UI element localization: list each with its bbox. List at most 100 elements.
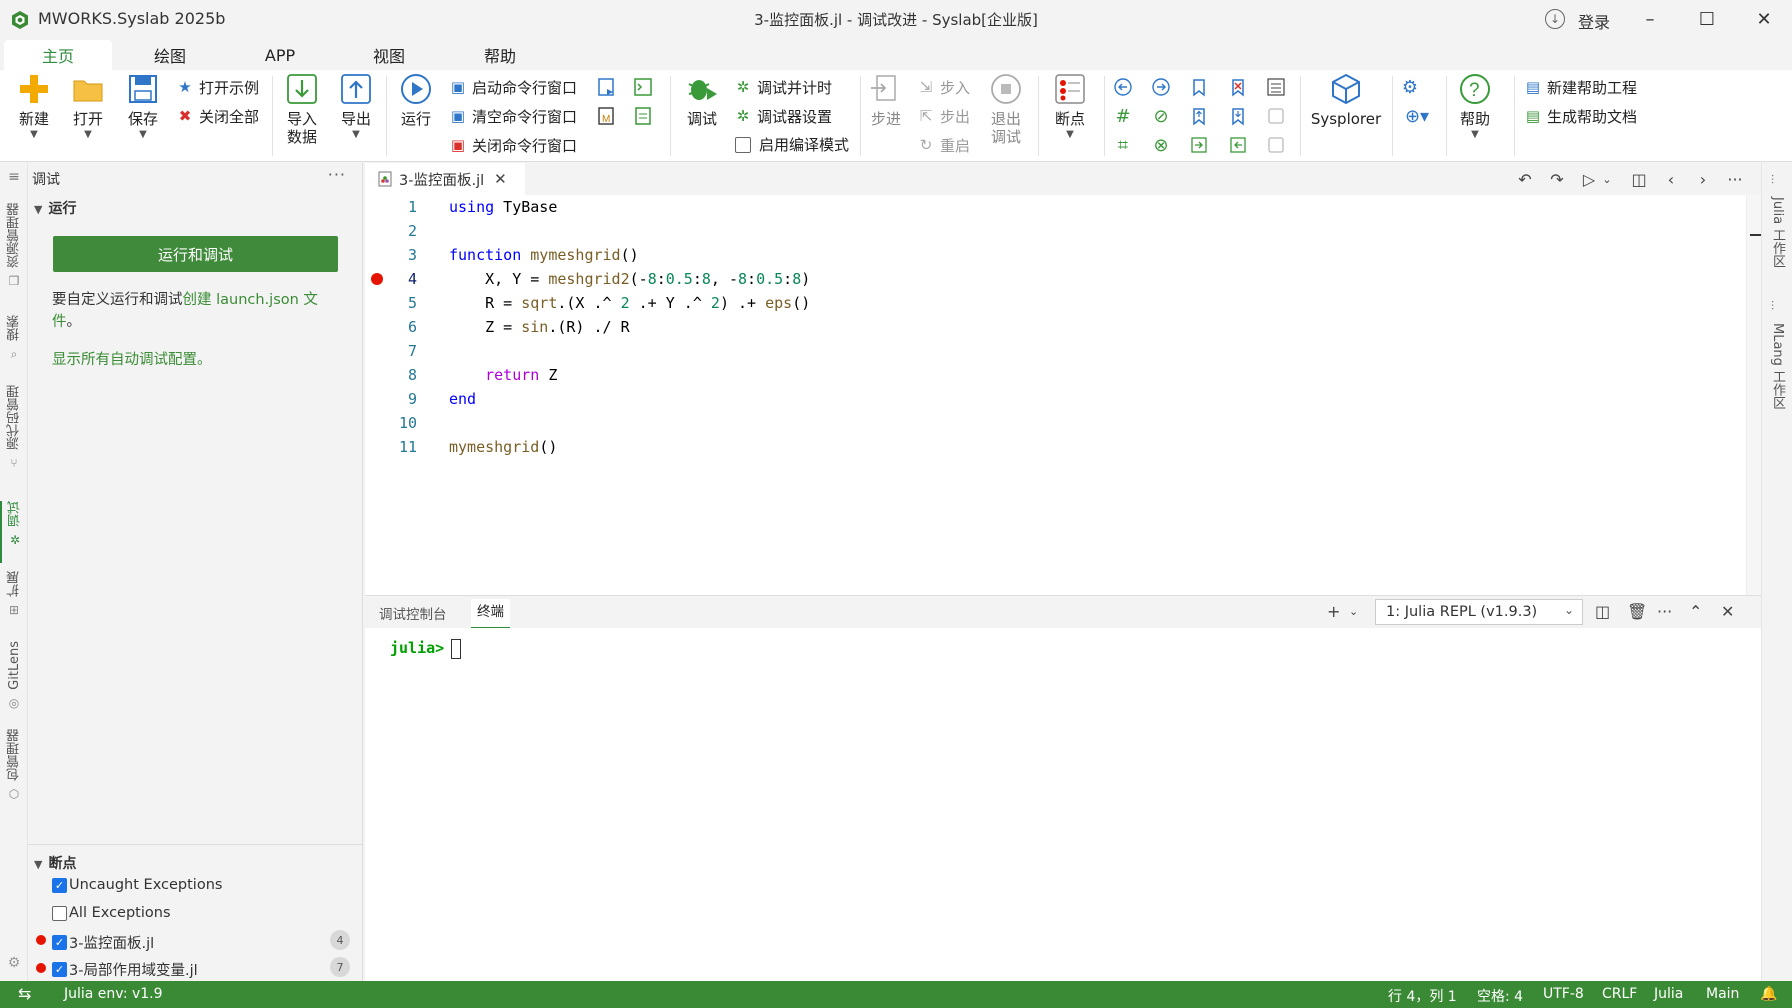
more-icon[interactable]: ··· — [328, 165, 346, 184]
bookmark-icon[interactable] — [1188, 76, 1210, 98]
split-terminal-icon[interactable]: ◫ — [1595, 602, 1610, 621]
close-all-button[interactable]: ✖ 关闭全部 — [174, 105, 259, 127]
activity-search[interactable]: 搜索 ⌕ — [0, 315, 28, 377]
indentation-status[interactable]: 空格: 4 — [1477, 986, 1523, 1006]
comment-icon[interactable]: # — [1112, 105, 1134, 127]
editor-tab[interactable]: 3-监控面板.jl ✕ — [365, 163, 525, 195]
export-button[interactable]: 导出 ▼ — [336, 72, 376, 140]
module-status[interactable]: Main — [1706, 986, 1739, 1002]
run-and-debug-button[interactable]: 运行和调试 — [53, 236, 338, 272]
maximize-button[interactable]: ☐ — [1684, 4, 1730, 34]
run-section-header[interactable]: ▼ 运行 — [34, 198, 76, 218]
tab-help[interactable]: 帮助 — [460, 40, 540, 70]
new-help-project-button[interactable]: ▤ 新建帮助工程 — [1522, 76, 1637, 98]
outdent-icon[interactable] — [1227, 134, 1249, 156]
globe-icon[interactable]: ⊕▾ — [1399, 105, 1435, 127]
checkbox[interactable]: ✓ — [52, 935, 67, 950]
prev-bookmark-icon[interactable] — [1188, 105, 1210, 127]
run-button[interactable]: 运行 — [396, 72, 436, 128]
prev-icon[interactable]: ‹ — [1661, 169, 1681, 189]
breakpoint-all-exceptions[interactable]: All Exceptions — [52, 905, 171, 921]
new-button[interactable]: 新建 ▼ — [14, 72, 54, 140]
breakpoint-uncaught-exceptions[interactable]: ✓ Uncaught Exceptions — [52, 877, 222, 893]
login-icon[interactable]: ↓ — [1545, 9, 1565, 29]
breakpoints-section-header[interactable]: ▼ 断点 — [34, 853, 76, 873]
document-icon[interactable] — [632, 105, 654, 127]
forward-icon[interactable] — [1150, 76, 1172, 98]
minimize-button[interactable]: – — [1627, 4, 1673, 34]
terminal-select[interactable]: 1: Julia REPL (v1.9.3) ⌄ — [1375, 599, 1583, 625]
redo-icon[interactable]: ↷ — [1547, 169, 1567, 189]
activity-gitlens[interactable]: GitLens ◎ — [0, 641, 28, 721]
open-example-button[interactable]: ★ 打开示例 — [174, 76, 259, 98]
bell-icon[interactable]: 🔔 — [1760, 986, 1777, 1002]
unhash-block-icon[interactable]: ⊗ — [1150, 134, 1172, 156]
checkbox[interactable]: ✓ — [52, 962, 67, 977]
show-all-configs-link[interactable]: 显示所有自动调试配置。 — [52, 349, 342, 371]
indent-icon[interactable] — [1188, 134, 1210, 156]
code-editor[interactable]: 1 using TyBase 2 3 function mymeshgrid() 4… — [365, 195, 1746, 595]
debugger-settings-button[interactable]: ✲ 调试器设置 — [732, 105, 832, 127]
open-button[interactable]: 打开 ▼ — [68, 72, 108, 140]
breakpoint-button[interactable]: 断点 ▼ — [1050, 72, 1090, 140]
next-icon[interactable]: › — [1693, 169, 1713, 189]
save-button[interactable]: 保存 ▼ — [123, 72, 163, 140]
terminal-cursor[interactable] — [451, 639, 461, 659]
uncomment-icon[interactable]: ⊘ — [1150, 105, 1172, 127]
settings-gear-icon[interactable]: ⚙ — [0, 955, 28, 971]
step-button[interactable]: 步进 — [866, 72, 906, 128]
tab-debug-console[interactable]: 调试控制台 — [379, 603, 447, 623]
tab-app[interactable]: APP — [240, 40, 320, 70]
clear-bookmark-icon[interactable] — [1227, 76, 1249, 98]
clear-cmd-button[interactable]: ▣ 清空命令行窗口 — [447, 105, 577, 127]
start-cmd-button[interactable]: ▣ 启动命令行窗口 — [447, 76, 577, 98]
debug-timer-button[interactable]: ✲ 调试并计时 — [732, 76, 832, 98]
close-panel-icon[interactable]: ✕ — [1721, 602, 1734, 621]
tab-home[interactable]: 主页 — [4, 40, 112, 70]
more-icon[interactable]: ··· — [1725, 169, 1745, 189]
gear-icon[interactable]: ⚙ — [1399, 76, 1421, 98]
restart-button[interactable]: ↻ 重启 — [915, 134, 970, 156]
close-cmd-button[interactable]: ▣ 关闭命令行窗口 — [447, 134, 577, 156]
activity-debug[interactable]: 调试 ✲ — [0, 501, 28, 563]
sysplorer-button[interactable]: Sysplorer — [1306, 72, 1386, 128]
language-status[interactable]: Julia — [1654, 986, 1683, 1002]
eol-status[interactable]: CRLF — [1602, 986, 1637, 1002]
julia-workspace-tab[interactable]: Julia 工作区 — [1768, 197, 1787, 267]
editor-scrollbar[interactable] — [1746, 195, 1761, 595]
gen-help-doc-button[interactable]: ▤ 生成帮助文档 — [1522, 105, 1637, 127]
step-out-button[interactable]: ⇱ 步出 — [915, 105, 970, 127]
encoding-status[interactable]: UTF-8 — [1543, 986, 1584, 1002]
chevron-down-icon[interactable]: ⌄ — [1349, 605, 1358, 618]
script-icon[interactable] — [596, 76, 618, 98]
pin-icon[interactable]: ⫶ — [1771, 173, 1774, 188]
step-in-button[interactable]: ⇲ 步入 — [915, 76, 970, 98]
empty-box-icon[interactable] — [1265, 105, 1287, 127]
breakpoint-file-item[interactable]: ✓ 3-局部作用域变量.jl — [52, 959, 198, 980]
editor-icon[interactable] — [632, 76, 654, 98]
activity-explorer[interactable]: 资源管理器 ❐ — [0, 203, 28, 307]
activity-extensions[interactable]: 扩展 ⊞ — [0, 571, 28, 633]
debug-button[interactable]: 调试 — [682, 72, 722, 128]
menu-icon[interactable]: ≡ — [0, 169, 28, 185]
run-file-icon[interactable]: ▷ — [1579, 169, 1599, 189]
cursor-position-status[interactable]: 行 4，列 1 — [1388, 986, 1457, 1006]
checkbox[interactable] — [735, 136, 751, 153]
remote-icon[interactable]: ⇆ — [18, 984, 31, 1003]
julia-env-status[interactable]: Julia env: v1.9 — [64, 986, 163, 1002]
empty-box-icon[interactable] — [1265, 134, 1287, 156]
mlang-icon[interactable]: M — [596, 105, 618, 127]
login-button[interactable]: 登录 — [1578, 9, 1610, 33]
list-icon[interactable] — [1265, 76, 1287, 98]
breakpoint-file-item[interactable]: ✓ 3-监控面板.jl — [52, 932, 154, 953]
activity-source-control[interactable]: 源代码管理 ⑂ — [0, 385, 28, 499]
add-terminal-icon[interactable]: + — [1327, 602, 1340, 621]
mlang-workspace-tab[interactable]: MLang 工作区 — [1768, 323, 1787, 409]
tab-plot[interactable]: 绘图 — [130, 40, 210, 70]
back-icon[interactable] — [1112, 76, 1134, 98]
undo-icon[interactable]: ↶ — [1515, 169, 1535, 189]
help-button[interactable]: ? 帮助 ▼ — [1455, 72, 1495, 140]
split-editor-icon[interactable]: ◫ — [1629, 169, 1649, 189]
more-icon[interactable]: ··· — [1657, 602, 1672, 621]
checkbox[interactable]: ✓ — [52, 877, 67, 893]
